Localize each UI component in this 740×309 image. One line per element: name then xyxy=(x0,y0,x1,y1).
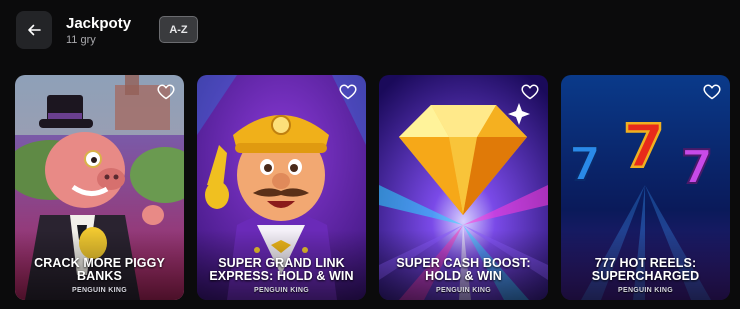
title-block: Jackpoty 11 gry xyxy=(66,15,131,47)
favorite-button[interactable] xyxy=(338,82,358,102)
svg-text:7: 7 xyxy=(623,112,665,182)
game-card-crack-more-piggy-banks[interactable]: CRACK MORE PIGGY BANKS PENGUIN KING xyxy=(15,75,184,300)
sort-az-button[interactable]: A-Z xyxy=(159,16,198,43)
games-grid: CRACK MORE PIGGY BANKS PENGUIN KING SUPE… xyxy=(15,75,730,300)
game-title: SUPER CASH BOOST: HOLD & WIN xyxy=(396,256,531,283)
favorite-button[interactable] xyxy=(156,82,176,102)
game-title: SUPER GRAND LINK EXPRESS: HOLD & WIN xyxy=(209,256,354,283)
game-title: CRACK MORE PIGGY BANKS xyxy=(34,256,165,283)
game-card-super-cash-boost[interactable]: SUPER CASH BOOST: HOLD & WIN PENGUIN KIN… xyxy=(379,75,548,300)
heart-outline-icon xyxy=(339,84,357,100)
favorite-button[interactable] xyxy=(702,82,722,102)
svg-text:7: 7 xyxy=(569,137,601,191)
favorite-button[interactable] xyxy=(520,82,540,102)
heart-outline-icon xyxy=(703,84,721,100)
svg-text:7: 7 xyxy=(681,140,713,194)
game-title: 777 HOT REELS: SUPERCHARGED xyxy=(591,256,700,283)
arrow-left-icon xyxy=(28,24,41,36)
page-header: Jackpoty 11 gry A-Z xyxy=(16,11,724,49)
game-card-super-grand-link-express[interactable]: SUPER GRAND LINK EXPRESS: HOLD & WIN PEN… xyxy=(197,75,366,300)
game-provider: PENGUIN KING xyxy=(436,287,491,294)
game-count: 11 gry xyxy=(66,34,96,46)
back-button[interactable] xyxy=(16,11,52,49)
heart-outline-icon xyxy=(521,84,539,100)
heart-outline-icon xyxy=(157,84,175,100)
game-card-777-hot-reels[interactable]: 7 7 7 777 HOT REELS: SUPERCHARGED PENGUI… xyxy=(561,75,730,300)
game-provider: PENGUIN KING xyxy=(254,287,309,294)
game-provider: PENGUIN KING xyxy=(618,287,673,294)
game-provider: PENGUIN KING xyxy=(72,287,127,294)
page-title: Jackpoty xyxy=(66,15,132,32)
